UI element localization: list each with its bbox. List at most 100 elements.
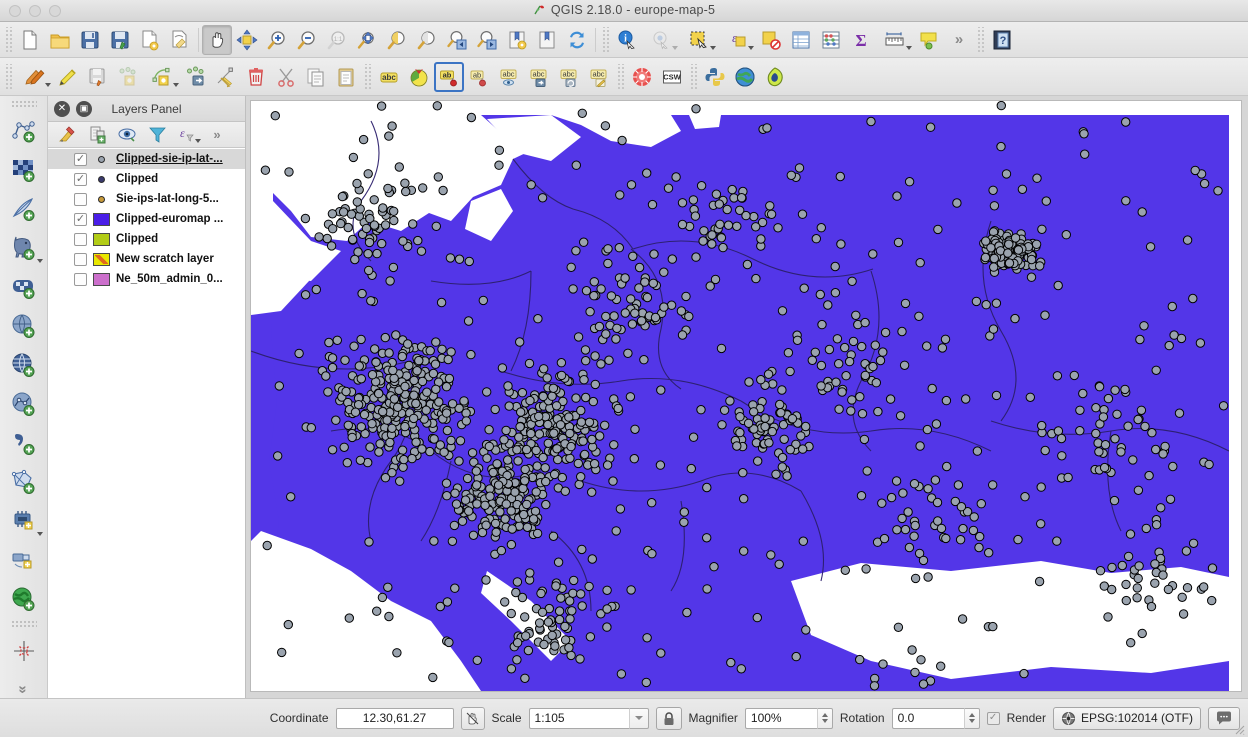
rail-grip[interactable] xyxy=(11,100,37,109)
zoom-to-layer-button[interactable] xyxy=(382,25,412,55)
measure-button[interactable] xyxy=(876,25,914,55)
highlight-labels-button[interactable]: abc xyxy=(494,62,524,92)
zoom-to-selection-button[interactable] xyxy=(412,25,442,55)
coordinate-capture-button[interactable] xyxy=(461,707,485,730)
chevron-down-icon[interactable] xyxy=(710,46,716,50)
rotation-stepper[interactable] xyxy=(964,708,980,729)
node-tool-button[interactable] xyxy=(211,62,241,92)
zoom-full-button[interactable] xyxy=(352,25,382,55)
layer-row-clipped-polygon[interactable]: Clipped xyxy=(48,229,245,249)
render-checkbox[interactable]: ✓ xyxy=(987,712,1000,725)
layers-panel-overflow-button[interactable]: » xyxy=(202,123,232,147)
add-openstreetmap-button[interactable] xyxy=(4,579,44,618)
digitize-grip-4[interactable] xyxy=(689,64,698,90)
add-feature-button[interactable] xyxy=(113,62,143,92)
refresh-button[interactable] xyxy=(562,25,592,55)
close-window-button[interactable] xyxy=(9,5,21,17)
zoom-out-button[interactable] xyxy=(292,25,322,55)
filter-legend-button[interactable] xyxy=(142,123,172,147)
coordinate-input[interactable]: 12.30,61.27 xyxy=(336,708,454,729)
layer-visibility-checkbox[interactable] xyxy=(74,233,87,246)
layer-list[interactable]: ✓Clipped-sie-ip-lat-...✓ClippedSie-ips-l… xyxy=(48,148,245,698)
zoom-next-button[interactable] xyxy=(472,25,502,55)
chevron-down-icon[interactable] xyxy=(195,139,201,143)
openlayers-button[interactable] xyxy=(730,62,760,92)
layer-row-ne-50m-admin[interactable]: Ne_50m_admin_0... xyxy=(48,269,245,289)
grass-button[interactable] xyxy=(760,62,790,92)
layer-visibility-checkbox[interactable]: ✓ xyxy=(74,213,87,226)
toolbar-grip-3[interactable] xyxy=(976,27,985,53)
statistics-button[interactable]: Σ xyxy=(846,25,876,55)
deselect-features-button[interactable] xyxy=(756,25,786,55)
copy-features-button[interactable] xyxy=(301,62,331,92)
layer-row-sie-ips-lat-long[interactable]: Sie-ips-lat-long-5... xyxy=(48,189,245,209)
new-project-button[interactable] xyxy=(15,25,45,55)
chevron-down-icon[interactable] xyxy=(173,83,179,87)
layer-visibility-checkbox[interactable] xyxy=(74,273,87,286)
processing-toolbox-button[interactable] xyxy=(627,62,657,92)
pan-map-button[interactable] xyxy=(202,25,232,55)
digitize-grip[interactable] xyxy=(4,64,13,90)
save-layer-edits-button[interactable] xyxy=(83,62,113,92)
digitize-grip-3[interactable] xyxy=(616,64,625,90)
python-console-button[interactable] xyxy=(700,62,730,92)
zoom-last-button[interactable] xyxy=(442,25,472,55)
map-tips-button[interactable] xyxy=(642,25,680,55)
scale-dropdown-button[interactable] xyxy=(629,708,649,729)
digitize-grip-2[interactable] xyxy=(363,64,372,90)
add-postgis-layer-button[interactable] xyxy=(4,228,44,267)
magnifier-stepper[interactable] xyxy=(817,708,833,729)
open-layer-styling-button[interactable] xyxy=(52,123,82,147)
cut-features-button[interactable] xyxy=(271,62,301,92)
save-project-as-button[interactable] xyxy=(105,25,135,55)
identify-features-button[interactable]: i xyxy=(612,25,642,55)
add-raster-layer-button[interactable] xyxy=(4,150,44,189)
label-tool-button[interactable]: abc xyxy=(374,62,404,92)
move-feature-button[interactable] xyxy=(181,62,211,92)
composer-manager-button[interactable] xyxy=(165,25,195,55)
new-shapefile-layer-button[interactable] xyxy=(4,462,44,501)
maximize-window-button[interactable] xyxy=(49,5,61,17)
open-attribute-table-button[interactable] xyxy=(786,25,816,55)
chevron-down-icon[interactable] xyxy=(37,532,43,536)
new-gpx-layer-button[interactable] xyxy=(4,540,44,579)
add-line-feature-button[interactable] xyxy=(143,62,181,92)
pin-labels-button[interactable]: ab xyxy=(434,62,464,92)
layer-visibility-checkbox[interactable]: ✓ xyxy=(74,173,87,186)
window-resize-grip[interactable] xyxy=(1232,722,1245,735)
current-edits-button[interactable] xyxy=(15,62,53,92)
scale-lock-button[interactable] xyxy=(656,707,682,730)
add-mssql-layer-button[interactable] xyxy=(4,306,44,345)
paste-features-button[interactable] xyxy=(331,62,361,92)
select-by-expression-button[interactable]: ε xyxy=(718,25,756,55)
rotate-label-button[interactable]: abc xyxy=(554,62,584,92)
toggle-editing-button[interactable] xyxy=(53,62,83,92)
style-manager-button[interactable] xyxy=(404,62,434,92)
add-wfs-layer-button[interactable] xyxy=(4,384,44,423)
layer-row-clipped-points[interactable]: ✓Clipped xyxy=(48,169,245,189)
layer-visibility-checkbox[interactable] xyxy=(74,253,87,266)
chevron-down-icon[interactable] xyxy=(672,46,678,50)
add-group-button[interactable] xyxy=(82,123,112,147)
add-vector-layer-button[interactable] xyxy=(4,111,44,150)
toolbar-grip-2[interactable] xyxy=(601,27,610,53)
layer-row-clipped-sie-ip-lat[interactable]: ✓Clipped-sie-ip-lat-... xyxy=(48,149,245,169)
rotation-input[interactable]: 0.0 xyxy=(892,708,964,729)
zoom-native-button[interactable]: 1:1 xyxy=(322,25,352,55)
scale-input[interactable]: 1:105 xyxy=(529,708,629,729)
layer-row-clipped-euromap[interactable]: ✓Clipped-euromap ... xyxy=(48,209,245,229)
rail-overflow-button[interactable]: » xyxy=(4,670,44,698)
layer-visibility-checkbox[interactable]: ✓ xyxy=(74,153,87,166)
add-wcs-layer-button[interactable] xyxy=(4,423,44,462)
magnifier-input[interactable]: 100% xyxy=(745,708,817,729)
select-features-button[interactable] xyxy=(680,25,718,55)
zoom-in-button[interactable] xyxy=(262,25,292,55)
chevron-down-icon[interactable] xyxy=(37,259,43,263)
help-button[interactable]: ? xyxy=(987,25,1017,55)
metasearch-button[interactable]: CSW xyxy=(657,62,687,92)
chevron-down-icon[interactable] xyxy=(45,83,51,87)
move-label-button[interactable]: abc xyxy=(524,62,554,92)
delete-selected-button[interactable] xyxy=(241,62,271,92)
new-memory-layer-button[interactable] xyxy=(4,501,44,540)
chevron-down-icon[interactable] xyxy=(748,46,754,50)
